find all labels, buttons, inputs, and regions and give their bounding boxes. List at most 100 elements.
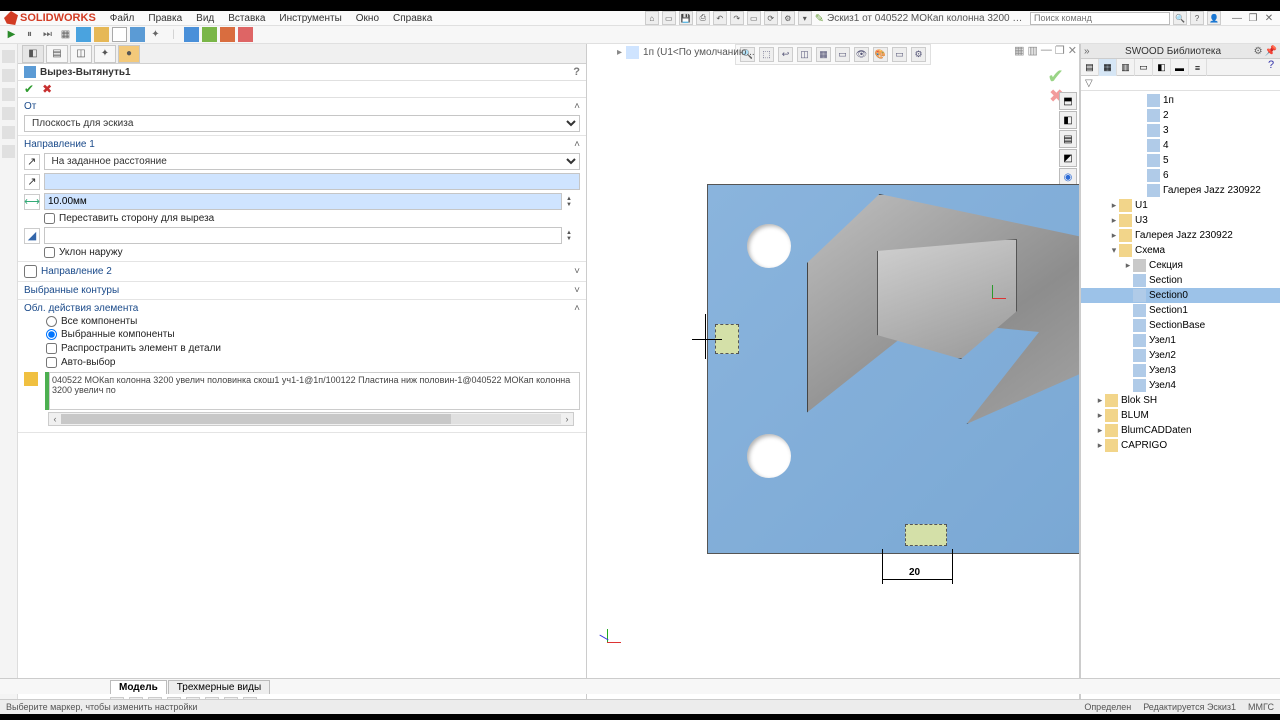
close-button[interactable]: ✕ [1262, 13, 1276, 24]
direction-vector-icon[interactable]: ↗ [24, 174, 40, 190]
depth-input[interactable] [44, 193, 562, 210]
tree-node[interactable]: ▸BlumCADDaten [1081, 423, 1280, 438]
tree-node[interactable]: ▸Галерея Jazz 230922 [1081, 228, 1280, 243]
menu-edit[interactable]: Правка [148, 13, 182, 24]
status-units[interactable]: ММГС [1248, 702, 1274, 712]
panel-collapse-icon[interactable]: » [1084, 46, 1090, 57]
collapse-icon[interactable]: ˄ [574, 139, 580, 150]
tree-node[interactable]: ▸Секция [1081, 258, 1280, 273]
help-icon[interactable]: ? [1190, 11, 1204, 25]
left-edge-icon[interactable] [2, 88, 15, 101]
view-orient-icon[interactable]: ▦ [816, 47, 831, 62]
rp-tab-7[interactable]: ≡ [1189, 59, 1207, 76]
rebuild-icon[interactable]: ⟳ [764, 11, 778, 25]
menu-file[interactable]: Файл [110, 13, 135, 24]
tree-node[interactable]: Узел1 [1081, 333, 1280, 348]
view-settings-icon[interactable]: ⚙ [911, 47, 926, 62]
rp-tab-5[interactable]: ◧ [1153, 59, 1171, 76]
tool2-icon[interactable]: ✦ [148, 27, 163, 42]
command-search-input[interactable] [1030, 12, 1170, 25]
color-6[interactable] [202, 27, 217, 42]
edit-appear-icon[interactable]: 🎨 [873, 47, 888, 62]
scope-selection-list[interactable]: 040522 МОКап колонна 3200 увелич половин… [49, 372, 580, 410]
save-icon[interactable]: 💾 [679, 11, 693, 25]
menu-insert[interactable]: Вставка [228, 13, 265, 24]
flyout-tree-header[interactable]: ▸ 1п (U1<По умолчанию... [617, 46, 755, 59]
section-view-icon[interactable]: ◫ [797, 47, 812, 62]
zoom-area-icon[interactable]: ⬚ [759, 47, 774, 62]
reverse-direction-icon[interactable]: ↗ [24, 154, 40, 170]
pm-tab-config[interactable]: ▤ [46, 45, 68, 63]
draft-spinner[interactable]: ▲▼ [566, 230, 580, 242]
pm-from-dropdown[interactable]: Плоскость для эскиза [24, 115, 580, 132]
left-edge-icon[interactable] [2, 69, 15, 82]
rp-tab-6[interactable]: ▬ [1171, 59, 1189, 76]
select-icon[interactable]: ▭ [747, 11, 761, 25]
color-1[interactable] [76, 27, 91, 42]
pm-tab-feature[interactable]: ◧ [22, 45, 44, 63]
color-7[interactable] [184, 27, 199, 42]
view-iso-icon[interactable]: ◧ [1059, 111, 1077, 129]
redo-icon[interactable]: ↷ [730, 11, 744, 25]
depth-spinner[interactable]: ▲▼ [566, 196, 580, 208]
propagate-checkbox[interactable] [46, 343, 57, 354]
rp-tab-3[interactable]: ▥ [1117, 59, 1135, 76]
user-icon[interactable]: 👤 [1207, 11, 1221, 25]
pause-icon[interactable]: ⏸ [22, 27, 37, 42]
menu-tools[interactable]: Инструменты [279, 13, 341, 24]
vp-max-icon[interactable]: ❐ [1055, 44, 1065, 57]
tree-node[interactable]: Section1 [1081, 303, 1280, 318]
options-icon[interactable]: ⚙ [781, 11, 795, 25]
scope-selected-radio[interactable] [46, 329, 57, 340]
tree-node[interactable]: ▾Схема [1081, 243, 1280, 258]
vp-tile2-icon[interactable]: ▥ [1028, 44, 1038, 57]
pm-cancel-button[interactable]: ✖ [42, 82, 52, 96]
menu-window[interactable]: Окно [356, 13, 379, 24]
tree-node[interactable]: SectionBase [1081, 318, 1280, 333]
draft-outward-checkbox[interactable] [44, 247, 55, 258]
restore-button[interactable]: ❐ [1246, 13, 1260, 24]
direction-vector-input[interactable] [44, 173, 580, 190]
hide-show-icon[interactable]: 👁 [854, 47, 869, 62]
tab-model[interactable]: Модель [110, 680, 167, 694]
tree-node[interactable]: ▸U1 [1081, 198, 1280, 213]
minimize-button[interactable]: — [1230, 13, 1244, 24]
search-icon[interactable]: 🔍 [1173, 11, 1187, 25]
tree-node[interactable]: Узел2 [1081, 348, 1280, 363]
draft-icon[interactable]: ◢ [24, 228, 40, 244]
tree-node[interactable]: Узел3 [1081, 363, 1280, 378]
rp-tab-2[interactable]: ▦ [1099, 59, 1117, 76]
left-edge-icon[interactable] [2, 145, 15, 158]
panel-settings-icon[interactable]: ⚙ [1254, 46, 1263, 57]
step-icon[interactable]: ⏭ [40, 27, 55, 42]
rp-tab-4[interactable]: ▭ [1135, 59, 1153, 76]
vp-close-icon[interactable]: ✕ [1068, 44, 1077, 57]
tree-node[interactable]: 1п [1081, 93, 1280, 108]
pm-ok-button[interactable]: ✔ [24, 82, 34, 96]
prev-view-icon[interactable]: ↩ [778, 47, 793, 62]
view-shaded-icon[interactable]: ◩ [1059, 149, 1077, 167]
color-4[interactable] [130, 27, 145, 42]
menu-view[interactable]: Вид [196, 13, 214, 24]
viewport[interactable]: ▦ ▥ — ❐ ✕ 🔍 ⬚ ↩ ◫ ▦ ▭ 👁 🎨 ▭ ⚙ ▸ [587, 44, 1080, 699]
tree-node[interactable]: Галерея Jazz 230922 [1081, 183, 1280, 198]
dimension-20[interactable]: 20 [909, 567, 920, 578]
rp-tab-1[interactable]: ▤ [1081, 59, 1099, 76]
tree-node[interactable]: ▸BLUM [1081, 408, 1280, 423]
tree-node[interactable]: 2 [1081, 108, 1280, 123]
tree-node[interactable]: Section0 [1081, 288, 1280, 303]
view-front-icon[interactable]: ⬒ [1059, 92, 1077, 110]
view-back-icon[interactable]: ▤ [1059, 130, 1077, 148]
left-edge-icon[interactable] [2, 50, 15, 63]
vp-min-icon[interactable]: — [1041, 44, 1052, 57]
pm-tab-appear[interactable]: ✦ [94, 45, 116, 63]
color-8[interactable] [220, 27, 235, 42]
color-9[interactable] [238, 27, 253, 42]
rp-help-icon[interactable]: ? [1262, 59, 1280, 75]
expand-icon[interactable]: ˅ [574, 285, 580, 296]
tree-node[interactable]: Узел4 [1081, 378, 1280, 393]
end-condition-dropdown[interactable]: На заданное расстояние [44, 153, 581, 170]
pm-tab-display[interactable]: ◫ [70, 45, 92, 63]
tree-node[interactable]: ▸U3 [1081, 213, 1280, 228]
draft-input[interactable] [44, 227, 562, 244]
